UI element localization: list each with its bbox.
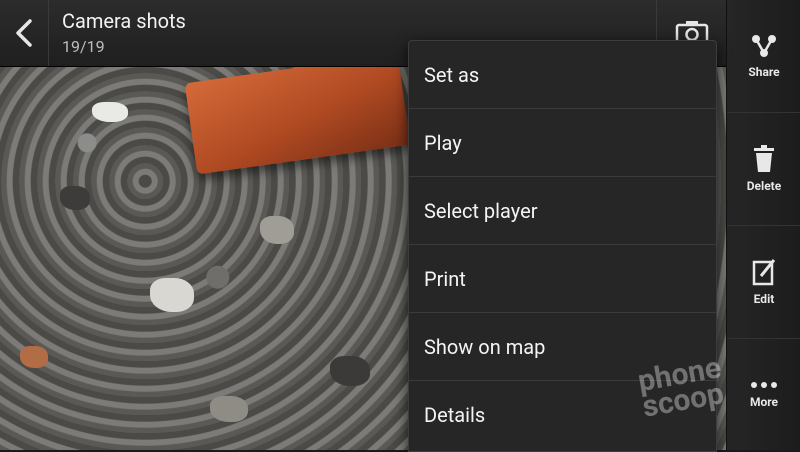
- gravel-stone: [92, 102, 128, 122]
- delete-button[interactable]: Delete: [727, 113, 800, 226]
- back-button[interactable]: [0, 0, 49, 66]
- photo-counter: 19/19: [62, 37, 105, 56]
- edit-label: Edit: [753, 292, 775, 306]
- trash-icon: [754, 145, 774, 172]
- share-button[interactable]: Share: [727, 0, 800, 113]
- back-chevron-icon: [16, 19, 32, 47]
- gravel-stone: [210, 396, 248, 422]
- menu-item-play[interactable]: Play: [409, 109, 716, 177]
- menu-item-print[interactable]: Print: [409, 245, 716, 313]
- gravel-stone: [260, 216, 294, 244]
- gravel-stone: [20, 346, 48, 368]
- overflow-menu: Set as Play Select player Print Show on …: [408, 40, 717, 452]
- share-label: Share: [748, 65, 780, 79]
- gravel-stone: [330, 356, 370, 386]
- share-icon: [752, 35, 776, 57]
- menu-item-details[interactable]: Details: [409, 381, 716, 449]
- more-button[interactable]: More: [727, 339, 800, 451]
- album-title: Camera shots: [62, 9, 186, 33]
- edit-icon: [752, 259, 776, 286]
- menu-item-show-on-map[interactable]: Show on map: [409, 313, 716, 381]
- more-label: More: [749, 395, 779, 409]
- menu-item-select-player[interactable]: Select player: [409, 177, 716, 245]
- delete-label: Delete: [746, 179, 782, 193]
- menu-item-set-as[interactable]: Set as: [409, 41, 716, 109]
- side-action-panel: Share Delete Edit More: [726, 0, 800, 450]
- gravel-stone: [60, 186, 90, 210]
- edit-button[interactable]: Edit: [727, 226, 800, 339]
- more-icon: [751, 382, 777, 388]
- gravel-stone: [150, 278, 194, 312]
- brick: [184, 66, 411, 175]
